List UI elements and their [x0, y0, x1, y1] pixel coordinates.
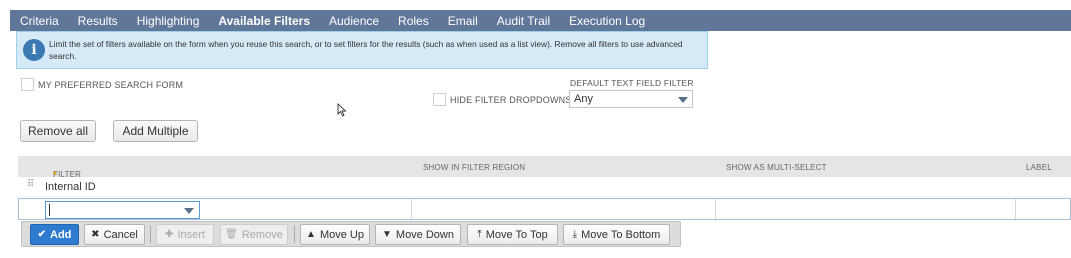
tab-email[interactable]: Email — [448, 14, 478, 28]
tab-execution-log[interactable]: Execution Log — [569, 14, 645, 28]
insert-button[interactable]: ✚ Insert — [156, 224, 214, 245]
info-banner: i Limit the set of filters available on … — [16, 31, 708, 69]
tab-audience[interactable]: Audience — [329, 14, 379, 28]
tab-roles[interactable]: Roles — [398, 14, 429, 28]
default-text-filter-value: Any — [574, 93, 593, 105]
remove-all-button[interactable]: Remove all — [20, 120, 96, 142]
info-text: Limit the set of filters available on th… — [49, 39, 683, 61]
cancel-button[interactable]: ✖ Cancel — [84, 224, 145, 245]
move-to-top-button[interactable]: ⤒ Move To Top — [467, 224, 558, 245]
add-button[interactable]: ✔ Add — [30, 224, 79, 245]
preferred-form-option: MY PREFERRED SEARCH FORM — [21, 78, 183, 91]
hide-dropdowns-checkbox[interactable] — [433, 93, 446, 106]
arrow-down-icon: ▼ — [382, 229, 392, 240]
tab-available-filters[interactable]: Available Filters — [218, 14, 310, 28]
edit-row — [18, 198, 1071, 220]
close-icon: ✖ — [91, 229, 100, 240]
filter-cell: Internal ID — [45, 181, 96, 193]
arrow-to-bottom-icon: ⤓ — [572, 229, 578, 240]
column-label: LABEL — [1026, 163, 1052, 172]
drag-handle-icon[interactable]: ⠿ — [27, 180, 34, 192]
toolbar-separator — [294, 226, 295, 243]
check-icon: ✔ — [37, 229, 46, 240]
text-caret — [49, 204, 50, 216]
toolbar-separator — [150, 226, 151, 243]
move-to-bottom-button[interactable]: ⤓ Move To Bottom — [563, 224, 670, 245]
plus-icon: ✚ — [165, 229, 174, 240]
remove-button[interactable]: 🗑 Remove — [220, 224, 288, 245]
arrow-to-top-icon: ⤒ — [477, 229, 482, 240]
add-multiple-button[interactable]: Add Multiple — [113, 120, 198, 142]
table-row[interactable]: ⠿ Internal ID — [18, 177, 1071, 198]
move-down-button[interactable]: ▼ Move Down — [375, 224, 461, 245]
info-icon: i — [23, 39, 45, 61]
default-text-filter-select[interactable]: Any — [569, 90, 693, 108]
trash-icon: 🗑 — [225, 229, 238, 240]
default-text-filter-label: DEFAULT TEXT FIELD FILTER — [570, 78, 694, 88]
hide-dropdowns-label: HIDE FILTER DROPDOWNS — [450, 94, 572, 105]
hide-dropdowns-option: HIDE FILTER DROPDOWNS — [433, 93, 572, 106]
column-divider — [715, 199, 716, 219]
column-divider — [1015, 199, 1016, 219]
tab-highlighting[interactable]: Highlighting — [137, 14, 200, 28]
filters-grid-header: FILTER * SHOW IN FILTER REGION SHOW AS MU… — [18, 156, 1071, 181]
arrow-up-icon: ▲ — [306, 229, 316, 240]
chevron-down-icon[interactable] — [184, 208, 194, 214]
chevron-down-icon — [678, 97, 688, 103]
preferred-form-label: MY PREFERRED SEARCH FORM — [38, 79, 184, 90]
mouse-pointer-icon — [337, 103, 347, 117]
tab-criteria[interactable]: Criteria — [20, 14, 59, 28]
move-up-button[interactable]: ▲ Move Up — [300, 224, 370, 245]
row-action-bar: ✔ Add ✖ Cancel ✚ Insert 🗑 Remove ▲ Move Up ▼ M… — [21, 221, 681, 247]
filter-select[interactable] — [45, 201, 200, 219]
column-divider — [411, 199, 412, 219]
tab-audit-trail[interactable]: Audit Trail — [497, 14, 550, 28]
column-show-in-filter-region: SHOW IN FILTER REGION — [423, 163, 526, 172]
column-show-as-multi-select: SHOW AS MULTI-SELECT — [726, 163, 827, 172]
tab-results[interactable]: Results — [78, 14, 118, 28]
subtab-bar: Criteria Results Highlighting Available … — [10, 10, 1071, 31]
preferred-form-checkbox[interactable] — [21, 78, 34, 91]
